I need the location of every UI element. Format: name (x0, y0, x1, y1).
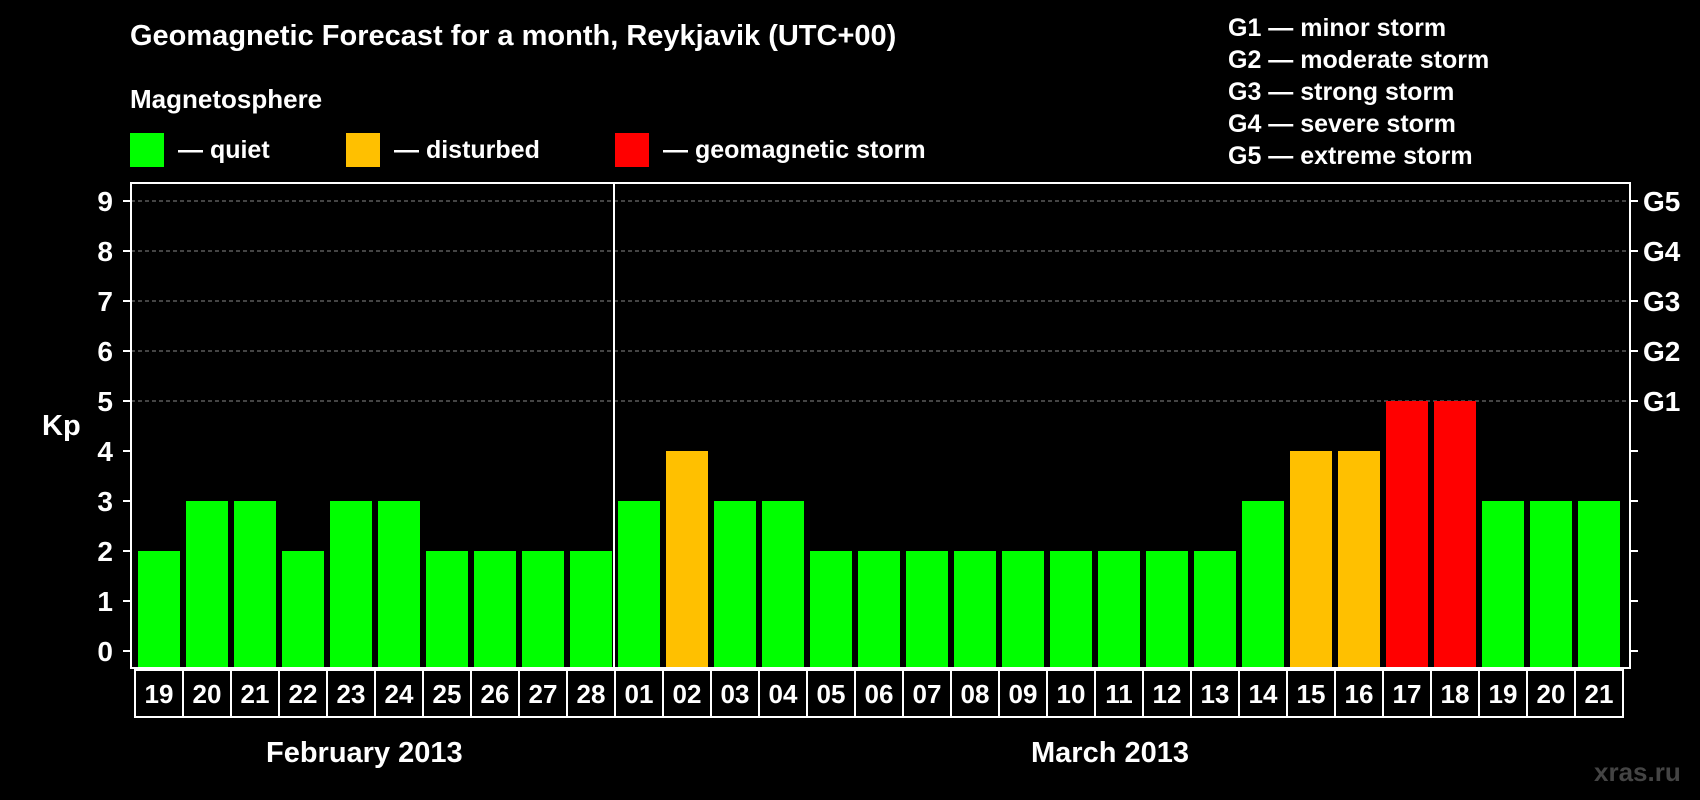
day-label: 13 (1201, 679, 1230, 709)
day-label: 19 (1489, 679, 1518, 709)
y-tick-label: 0 (97, 636, 113, 667)
kp-bar (1338, 451, 1380, 668)
kp-bar (234, 501, 276, 668)
day-label: 18 (1441, 679, 1470, 709)
day-label: 28 (577, 679, 606, 709)
kp-bar (378, 501, 420, 668)
y-tick-label: 8 (97, 236, 113, 267)
day-label: 15 (1297, 679, 1326, 709)
storm-level-ticks: G1 G2 G3 G4 G5 (1630, 186, 1681, 652)
day-label: 02 (673, 679, 702, 709)
y-tick-label: 7 (97, 286, 113, 317)
kp-bar (1002, 551, 1044, 668)
storm-level-label-g5: G5 (1643, 186, 1680, 217)
kp-bar (138, 551, 180, 668)
day-label: 20 (1537, 679, 1566, 709)
kp-bar (1578, 501, 1620, 668)
kp-bar (1482, 501, 1524, 668)
kp-bar (618, 501, 660, 668)
kp-bar (762, 501, 804, 668)
watermark: xras.ru (1594, 757, 1681, 787)
kp-bar (714, 501, 756, 668)
bars (138, 401, 1620, 668)
storm-level-label-g3: G3 (1643, 286, 1680, 317)
storm-level-label-g2: G2 (1643, 336, 1680, 367)
kp-bar (1098, 551, 1140, 668)
day-label: 04 (769, 679, 798, 709)
day-label: 20 (193, 679, 222, 709)
day-label: 05 (817, 679, 846, 709)
kp-bar (282, 551, 324, 668)
kp-bar (1194, 551, 1236, 668)
day-label: 21 (241, 679, 270, 709)
day-label: 06 (865, 679, 894, 709)
x-axis-day-labels: 19 20 21 22 23 24 25 26 27 28 01 02 03 04 05 06 07 08 09 10… (134, 669, 1624, 718)
y-tick-label: 6 (97, 336, 113, 367)
day-label: 17 (1393, 679, 1422, 709)
day-label: 12 (1153, 679, 1182, 709)
kp-bar (474, 551, 516, 668)
day-label: 22 (289, 679, 318, 709)
day-label: 21 (1585, 679, 1614, 709)
day-label: 09 (1009, 679, 1038, 709)
kp-bar (522, 551, 564, 668)
kp-bar (1242, 501, 1284, 668)
kp-bar (1290, 451, 1332, 668)
kp-bar (954, 551, 996, 668)
kp-bar (1386, 401, 1428, 668)
day-label: 01 (625, 679, 654, 709)
day-label: 16 (1345, 679, 1374, 709)
kp-bar (186, 501, 228, 668)
kp-bar (570, 551, 612, 668)
day-label: 10 (1057, 679, 1086, 709)
storm-level-label-g4: G4 (1643, 236, 1681, 267)
day-label: 03 (721, 679, 750, 709)
kp-bar (666, 451, 708, 668)
kp-bar (1530, 501, 1572, 668)
y-tick-label: 3 (97, 486, 113, 517)
kp-bar (810, 551, 852, 668)
kp-bar (330, 501, 372, 668)
kp-bar (1146, 551, 1188, 668)
day-label: 23 (337, 679, 366, 709)
y-tick-label: 1 (97, 586, 113, 617)
day-label: 07 (913, 679, 942, 709)
kp-bar (426, 551, 468, 668)
kp-bar-chart: 0123456789 G1G2G3G4G5 19 20 21 22 23 24 25 26 27… (97, 182, 1681, 718)
y-axis-ticks: 0 1 2 3 4 5 6 7 8 9 (97, 186, 131, 667)
day-label: 08 (961, 679, 990, 709)
day-label: 11 (1105, 679, 1133, 709)
day-label: 26 (481, 679, 510, 709)
storm-level-label-g1: G1 (1643, 386, 1680, 417)
kp-bar (858, 551, 900, 668)
day-label: 14 (1249, 679, 1278, 709)
day-label: 27 (529, 679, 558, 709)
day-label: 19 (145, 679, 174, 709)
y-tick-label: 2 (97, 536, 113, 567)
kp-bar (1434, 401, 1476, 668)
month-label-march: March 2013 (1031, 737, 1189, 769)
gridlines (131, 200, 1630, 402)
day-label: 25 (433, 679, 462, 709)
day-label: 24 (385, 679, 414, 709)
y-tick-label: 5 (97, 386, 113, 417)
kp-bar (1050, 551, 1092, 668)
y-tick-label: 4 (97, 436, 113, 467)
y-tick-label: 9 (97, 186, 113, 217)
kp-bar (906, 551, 948, 668)
month-label-february: February 2013 (266, 737, 463, 769)
